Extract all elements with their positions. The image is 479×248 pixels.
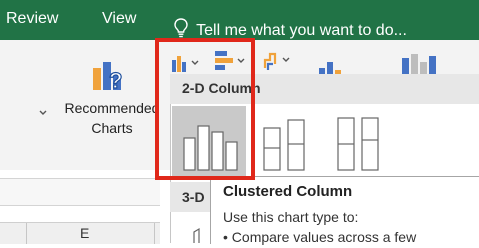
svg-text:?: ? [109,68,122,93]
tooltip-title: Clustered Column [223,183,353,200]
tell-me-box[interactable]: Tell me what you want to do... [174,8,407,39]
highlight-annotation-box [155,38,255,180]
tell-me-text: Tell me what you want to do... [196,21,407,39]
chart-type-tooltip: Clustered Column Use this chart type to:… [210,176,479,245]
column-header-e[interactable]: E [80,225,89,241]
recommended-charts-label: Recommended Charts [64,100,160,136]
recommended-charts-button[interactable]: ? Recommended Charts [58,54,168,154]
tab-view[interactable]: View [102,10,136,28]
hierarchy-chart-dropdown-icon[interactable] [262,48,296,72]
3d-column-option-partial[interactable] [190,224,210,243]
100-percent-stacked-column-option[interactable] [330,106,394,178]
tooltip-line-1: Use this chart type to: [223,209,359,225]
stacked-column-option[interactable] [256,106,320,178]
tab-review[interactable]: Review [6,10,58,28]
combo-chart-icon[interactable] [400,52,440,74]
formula-bar[interactable] [0,178,160,206]
chevron-down-icon[interactable] [38,104,48,115]
recommended-charts-icon: ? [88,54,128,94]
gallery-section-header-3d: 3-D [170,182,210,212]
ribbon-tab-bar: Review View Tell me what you want to do.… [0,0,479,40]
column-header-row: E [0,222,160,244]
section-3d-column-label: 3-D [182,189,205,205]
